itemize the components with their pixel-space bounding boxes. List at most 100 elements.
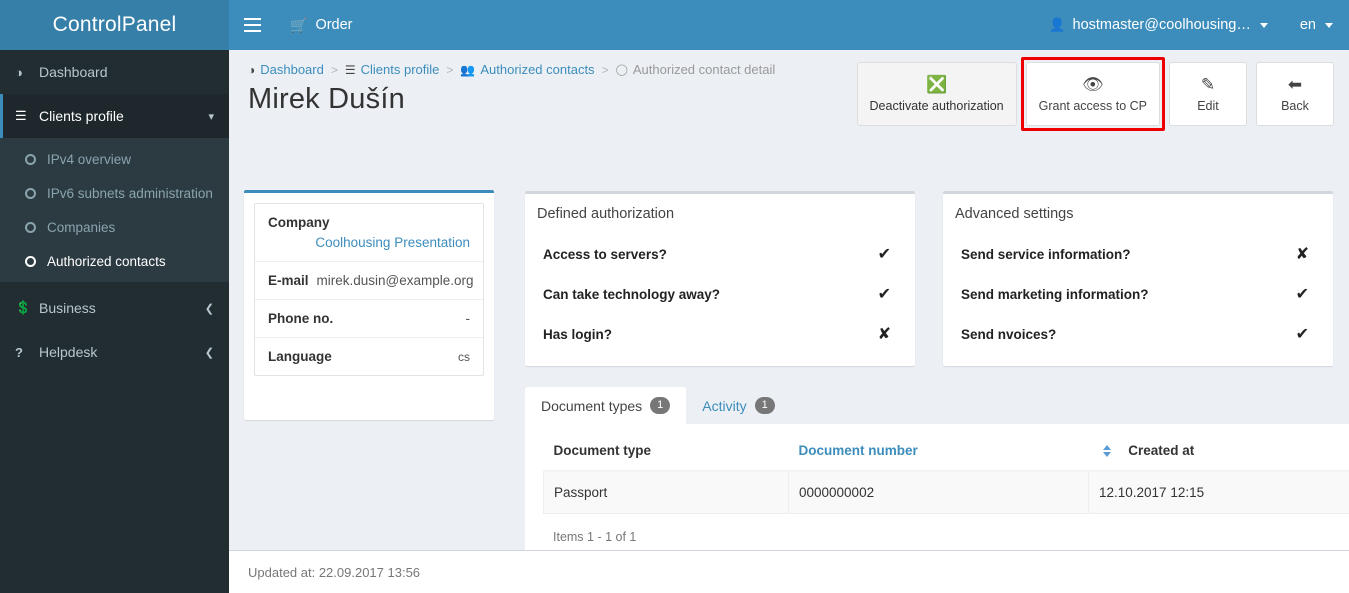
sidebar-subitem-label: IPv6 subnets administration — [47, 185, 213, 201]
chevron-left-icon: ❮ — [204, 302, 214, 315]
breadcrumb-separator: > — [446, 62, 454, 77]
circle-icon — [25, 153, 36, 165]
chevron-down-icon: ▾ — [208, 110, 214, 123]
breadcrumb-item-dashboard[interactable]: ◑ Dashboard — [248, 62, 324, 77]
email-label: E-mail — [268, 273, 309, 288]
sidebar-item-dashboard[interactable]: ◑ Dashboard — [0, 50, 229, 94]
sort-icon[interactable] — [1102, 445, 1111, 458]
documents-tab-panel: Document types 1 Activity 1 Document typ… — [525, 387, 1349, 550]
breadcrumb-item-clients-profile[interactable]: ☰ Clients profile — [345, 62, 440, 77]
tab-document-types[interactable]: Document types 1 — [525, 387, 687, 424]
cross-icon: ✘ — [877, 326, 891, 343]
chevron-down-icon — [1259, 22, 1268, 28]
action-label: Deactivate authorization — [869, 98, 1004, 113]
breadcrumb-item-authorized-contacts[interactable]: 👥 Authorized contacts — [460, 62, 594, 77]
users-group-icon: 👥 — [460, 62, 476, 77]
question-mark-icon: ? — [15, 344, 23, 360]
back-wrapper: ⬅ Back — [1256, 62, 1334, 126]
sidebar-item-clients-profile[interactable]: ☰ Clients profile ▾ — [0, 94, 229, 138]
advanced-settings-title: Advanced settings — [955, 206, 1074, 222]
breadcrumb-label: Authorized contact detail — [632, 62, 776, 77]
pencil-square-icon: ✎ — [1200, 74, 1216, 94]
action-buttons: ❎ Deactivate authorization 👁 Grant acces… — [856, 57, 1334, 131]
sidebar-item-label: Dashboard — [39, 64, 108, 80]
phone-label: Phone no. — [268, 311, 334, 326]
cell-created-at: 12.10.2017 12:15 — [1088, 470, 1349, 514]
sidebar-item-ipv6-subnets[interactable]: IPv6 subnets administration — [0, 176, 229, 210]
auth-row-has-login: Has login? ✘ — [537, 314, 903, 354]
brand-logo[interactable]: ControlPanel — [0, 0, 229, 50]
items-count-note: Items 1 - 1 of 1 — [553, 530, 637, 544]
edit-button[interactable]: ✎ Edit — [1169, 62, 1247, 126]
breadcrumb-label[interactable]: Clients profile — [361, 62, 440, 77]
settings-row-service-info: Send service information? ✘ — [955, 234, 1321, 274]
advanced-settings-body: Send service information? ✘ Send marketi… — [943, 226, 1333, 368]
tab-activity[interactable]: Activity 1 — [686, 387, 791, 424]
company-value[interactable]: Coolhousing Presentation — [268, 235, 470, 250]
tab-bar: Document types 1 Activity 1 — [525, 387, 1349, 425]
chevron-down-icon — [1325, 22, 1333, 28]
tab-badge: 1 — [650, 397, 671, 414]
server-list-icon: ☰ — [344, 62, 356, 77]
order-label: Order — [315, 17, 353, 33]
sidebar-item-ipv4-overview[interactable]: IPv4 overview — [0, 142, 229, 176]
hamburger-icon[interactable] — [229, 0, 275, 50]
column-label: Created at — [1128, 443, 1195, 458]
info-row-company: Company Coolhousing Presentation — [255, 204, 483, 262]
info-row-phone: Phone no. - — [255, 300, 483, 338]
cross-icon: ✘ — [1295, 246, 1309, 263]
email-value: mirek.dusin@example.org — [316, 273, 474, 288]
column-created-at: Created at — [1088, 443, 1349, 472]
circle-icon — [25, 221, 36, 233]
defined-authorization-box: Defined authorization Access to servers?… — [525, 191, 915, 366]
table-body: Passport 0000000002 12.10.2017 12:15 — [543, 470, 1349, 514]
breadcrumb-label[interactable]: Authorized contacts — [480, 62, 594, 77]
language-value: cs — [458, 349, 470, 364]
edit-wrapper: ✎ Edit — [1169, 62, 1247, 126]
check-icon: ✔ — [1295, 326, 1309, 343]
money-bill-icon: 💲 — [15, 300, 32, 315]
tab-badge: 1 — [754, 397, 775, 414]
eye-icon: 👁 — [1082, 74, 1104, 94]
sidebar-item-label: Business — [39, 300, 96, 316]
language-label: Language — [268, 349, 332, 364]
check-icon: ✔ — [1295, 286, 1309, 303]
deactivate-authorization-wrapper: ❎ Deactivate authorization — [856, 62, 1017, 126]
info-row-language: Language cs — [255, 338, 483, 375]
language-label: en — [1299, 17, 1316, 33]
sidebar-item-companies[interactable]: Companies — [0, 210, 229, 244]
circle-icon: ◯ — [615, 64, 628, 76]
sidebar-item-label: Clients profile — [39, 108, 124, 124]
defined-authorization-body: Access to servers? ✔ Can take technology… — [525, 226, 915, 368]
grant-access-to-cp-button[interactable]: 👁 Grant access to CP — [1025, 62, 1160, 126]
tab-content-document-types: Document type Document number Created at — [525, 425, 1349, 550]
app-window: ControlPanel 🛒 Order 👤 hostmaster@coolho… — [0, 0, 1349, 593]
breadcrumb-separator: > — [330, 62, 338, 77]
column-label: Document number — [798, 443, 918, 458]
back-button[interactable]: ⬅ Back — [1256, 62, 1334, 126]
phone-value: - — [465, 311, 471, 326]
question-label: Has login? — [543, 326, 613, 342]
sidebar: ◑ Dashboard ☰ Clients profile ▾ IPv4 ove… — [0, 50, 229, 593]
language-menu[interactable]: en — [1284, 0, 1349, 50]
contact-info-table: Company Coolhousing Presentation E-mail … — [254, 203, 484, 376]
auth-row-access-to-servers: Access to servers? ✔ — [537, 234, 903, 274]
sidebar-item-helpdesk[interactable]: ? Helpdesk ❮ — [0, 330, 229, 374]
user-menu[interactable]: 👤 hostmaster@coolhousing… — [1033, 0, 1284, 50]
top-navbar: 🛒 Order 👤 hostmaster@coolhousing… en — [229, 0, 1349, 50]
defined-authorization-title: Defined authorization — [537, 206, 675, 222]
action-label: Grant access to CP — [1038, 98, 1147, 113]
table-row[interactable]: Passport 0000000002 12.10.2017 12:15 — [543, 470, 1349, 514]
cell-document-type: Passport — [543, 470, 789, 514]
action-label: Back — [1281, 98, 1309, 113]
sidebar-submenu: IPv4 overview IPv6 subnets administratio… — [0, 138, 229, 282]
breadcrumb-separator: > — [601, 62, 609, 77]
server-list-icon: ☰ — [15, 108, 27, 123]
breadcrumb-label[interactable]: Dashboard — [260, 62, 324, 77]
deactivate-authorization-button[interactable]: ❎ Deactivate authorization — [856, 62, 1017, 126]
circle-x-icon: ❎ — [925, 74, 948, 94]
sidebar-item-authorized-contacts[interactable]: Authorized contacts — [0, 244, 229, 278]
sidebar-item-business[interactable]: 💲 Business ❮ — [0, 286, 229, 330]
order-menu-item[interactable]: 🛒 Order — [275, 0, 368, 50]
column-document-number[interactable]: Document number — [788, 443, 1089, 472]
